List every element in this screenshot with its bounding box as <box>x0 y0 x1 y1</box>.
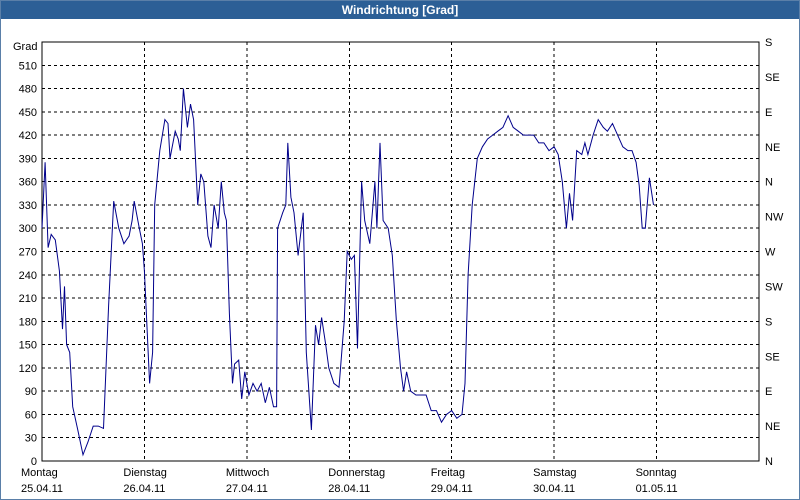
x-tick-day: Dienstag <box>123 467 166 479</box>
y-tick-label: 510 <box>19 60 37 72</box>
y-tick-label: 300 <box>19 223 37 235</box>
x-tick-date: 30.04.11 <box>533 483 575 495</box>
x-tick-day: Montag <box>21 467 58 479</box>
x-tick-day: Mittwoch <box>226 467 269 479</box>
y-tick-label: 180 <box>19 316 37 328</box>
right-tick-label: NW <box>765 212 784 224</box>
y-tick-label: 150 <box>19 340 37 352</box>
plot-frame <box>41 41 760 462</box>
y-tick-label: 450 <box>19 107 37 119</box>
chart-window: Windrichtung [Grad] 0 30 60 90 120 150 180 210 2… <box>0 0 800 500</box>
y-tick-label: 330 <box>19 200 37 212</box>
y-tick-label: 60 <box>25 409 37 421</box>
x-tick-date: 29.04.11 <box>431 483 473 495</box>
right-tick-label: S <box>765 316 772 328</box>
y-tick-label: 480 <box>19 84 37 96</box>
right-tick-label: NE <box>765 421 780 433</box>
y-tick-label: 270 <box>19 247 37 259</box>
x-tick-date: 01.05.11 <box>636 483 678 495</box>
y-tick-label: 90 <box>25 386 37 398</box>
y-axis-label: Grad <box>13 41 37 53</box>
x-tick-date: 25.04.11 <box>21 483 63 495</box>
right-tick-label: N <box>765 177 773 189</box>
x-tick-day: Sonntag <box>636 467 677 479</box>
right-tick-label: NE <box>765 142 780 154</box>
y-tick-label: 240 <box>19 270 37 282</box>
right-tick-label: SW <box>765 281 783 293</box>
right-tick-label: SE <box>765 72 780 84</box>
y-tick-label: 210 <box>19 293 37 305</box>
y-tick-label: 420 <box>19 130 37 142</box>
y-tick-label: 390 <box>19 153 37 165</box>
x-tick-date: 26.04.11 <box>123 483 165 495</box>
right-tick-label: SE <box>765 351 780 363</box>
right-tick-label: W <box>765 247 776 259</box>
right-tick-label: E <box>765 107 772 119</box>
x-tick-date: 28.04.11 <box>328 483 370 495</box>
x-tick-day: Freitag <box>431 467 465 479</box>
y-tick-label: 360 <box>19 177 37 189</box>
right-tick-label: S <box>765 37 772 49</box>
x-tick-date: 27.04.11 <box>226 483 268 495</box>
y-tick-label: 120 <box>19 363 37 375</box>
y-tick-label: 30 <box>25 433 37 445</box>
window-title: Windrichtung [Grad] <box>1 1 799 19</box>
right-tick-label: E <box>765 386 772 398</box>
right-tick-label: N <box>765 456 773 468</box>
wind-direction-chart: 0306090120150180210240270300330360390420… <box>13 37 784 495</box>
x-tick-day: Donnerstag <box>328 467 385 479</box>
x-tick-day: Samstag <box>533 467 576 479</box>
